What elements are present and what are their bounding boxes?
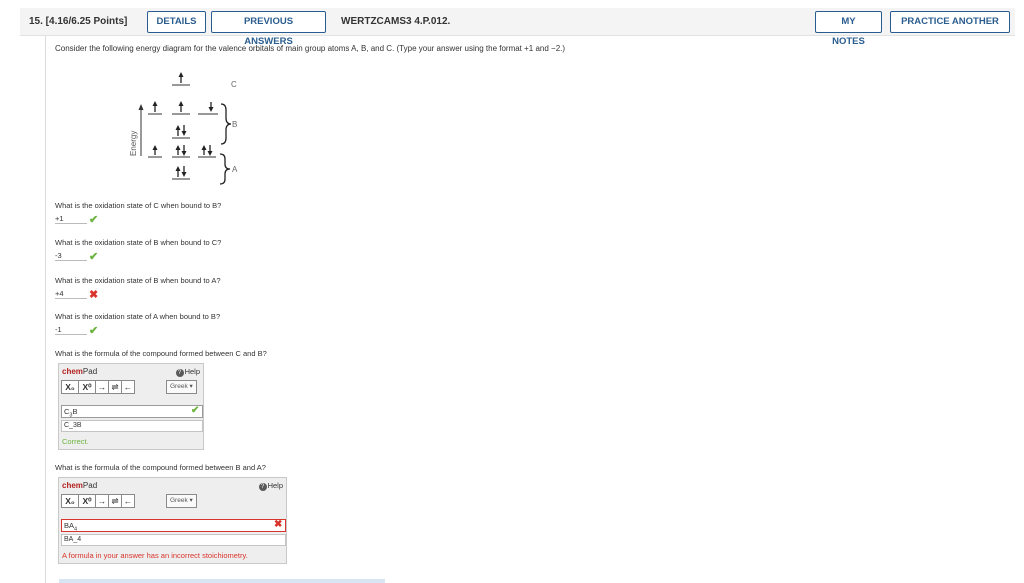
superscript-button[interactable]: X⁰ [78, 380, 96, 394]
orbitals-b-upper [148, 101, 218, 115]
next-question-bar [59, 579, 385, 583]
subscript-button[interactable]: X₀ [61, 494, 79, 508]
orbital-a-lower [172, 166, 190, 180]
superscript-button[interactable]: X⁰ [78, 494, 96, 508]
question-3-answer[interactable]: +4 [55, 288, 87, 299]
chempad-toolbar: X₀ X⁰ → ⇌ ← [61, 380, 135, 395]
chempad-toolbar: X₀ X⁰ → ⇌ ← [61, 494, 135, 509]
orbital-b-lower [172, 125, 190, 139]
check-icon: ✔ [89, 214, 99, 226]
formula-question-2-text: What is the formula of the compound form… [55, 463, 266, 472]
question-2-text: What is the oxidation state of B when bo… [55, 238, 222, 247]
formula-question-1-text: What is the formula of the compound form… [55, 349, 267, 358]
right-arrow-button[interactable]: → [95, 494, 109, 508]
chempad-1: chemPad ? Help X₀ X⁰ → ⇌ ← Greek ▾ C3B ✔ … [58, 363, 204, 450]
energy-axis-label: Energy [129, 131, 138, 156]
orbital-c-label: C [231, 80, 237, 89]
question-3-text: What is the oxidation state of B when bo… [55, 276, 221, 285]
check-icon: ✔ [89, 251, 99, 263]
my-notes-button[interactable]: MY NOTES [815, 11, 882, 47]
question-2-answer[interactable]: -3 [55, 250, 87, 261]
orbital-c [172, 72, 190, 86]
orbital-a-label: A [232, 165, 238, 174]
question-1-text: What is the oxidation state of C when bo… [55, 201, 222, 210]
chempad-title: chemPad [62, 367, 98, 376]
equilibrium-arrow-button[interactable]: ⇌ [108, 380, 122, 394]
check-icon: ✔ [89, 325, 99, 337]
question-number: 15. [4.16/6.25 Points] [29, 16, 128, 27]
subscript-button[interactable]: X₀ [61, 380, 79, 394]
x-icon: ✖ [274, 519, 283, 530]
feedback-incorrect: A formula in your answer has an incorrec… [62, 551, 248, 560]
greek-dropdown[interactable]: Greek ▾ [166, 494, 197, 508]
energy-axis [138, 104, 144, 156]
formula-raw-text: C_3B [61, 420, 203, 432]
previous-answers-button[interactable]: PREVIOUS ANSWERS [211, 11, 326, 47]
formula-raw-text: BA_4 [61, 534, 286, 546]
check-icon: ✔ [191, 405, 200, 416]
help-link[interactable]: ? Help [175, 367, 200, 377]
formula-input[interactable]: BA4 [61, 519, 286, 533]
question-1-answer[interactable]: +1 [55, 213, 87, 224]
chempad-title: chemPad [62, 481, 98, 490]
help-circle-icon: ? [175, 369, 184, 377]
chempad-2: chemPad ? Help X₀ X⁰ → ⇌ ← Greek ▾ BA4 ✖ … [58, 477, 287, 564]
content-divider [45, 36, 46, 583]
feedback-correct: Correct. [62, 437, 89, 446]
left-arrow-button[interactable]: ← [121, 380, 135, 394]
right-arrow-button[interactable]: → [95, 380, 109, 394]
details-button[interactable]: DETAILS [147, 11, 206, 33]
problem-prompt: Consider the following energy diagram fo… [55, 44, 566, 53]
problem-code: WERTZCAMS3 4.P.012. [341, 16, 451, 27]
brace-b [220, 103, 232, 145]
question-4-text: What is the oxidation state of A when bo… [55, 312, 221, 321]
practice-another-button[interactable]: PRACTICE ANOTHER [890, 11, 1010, 33]
energy-diagram: Energy C B A [129, 72, 238, 185]
orbitals-a-upper [148, 145, 216, 158]
orbital-b-label: B [232, 120, 237, 129]
equilibrium-arrow-button[interactable]: ⇌ [108, 494, 122, 508]
help-link[interactable]: ? Help [258, 481, 283, 491]
greek-dropdown[interactable]: Greek ▾ [166, 380, 197, 394]
brace-a [219, 153, 231, 185]
question-header: 15. [4.16/6.25 Points] DETAILS PREVIOUS … [20, 8, 1015, 47]
left-arrow-button[interactable]: ← [121, 494, 135, 508]
x-icon: ✖ [89, 289, 99, 301]
formula-input[interactable]: C3B [61, 405, 203, 419]
question-4-answer[interactable]: -1 [55, 324, 87, 335]
help-circle-icon: ? [258, 483, 267, 491]
